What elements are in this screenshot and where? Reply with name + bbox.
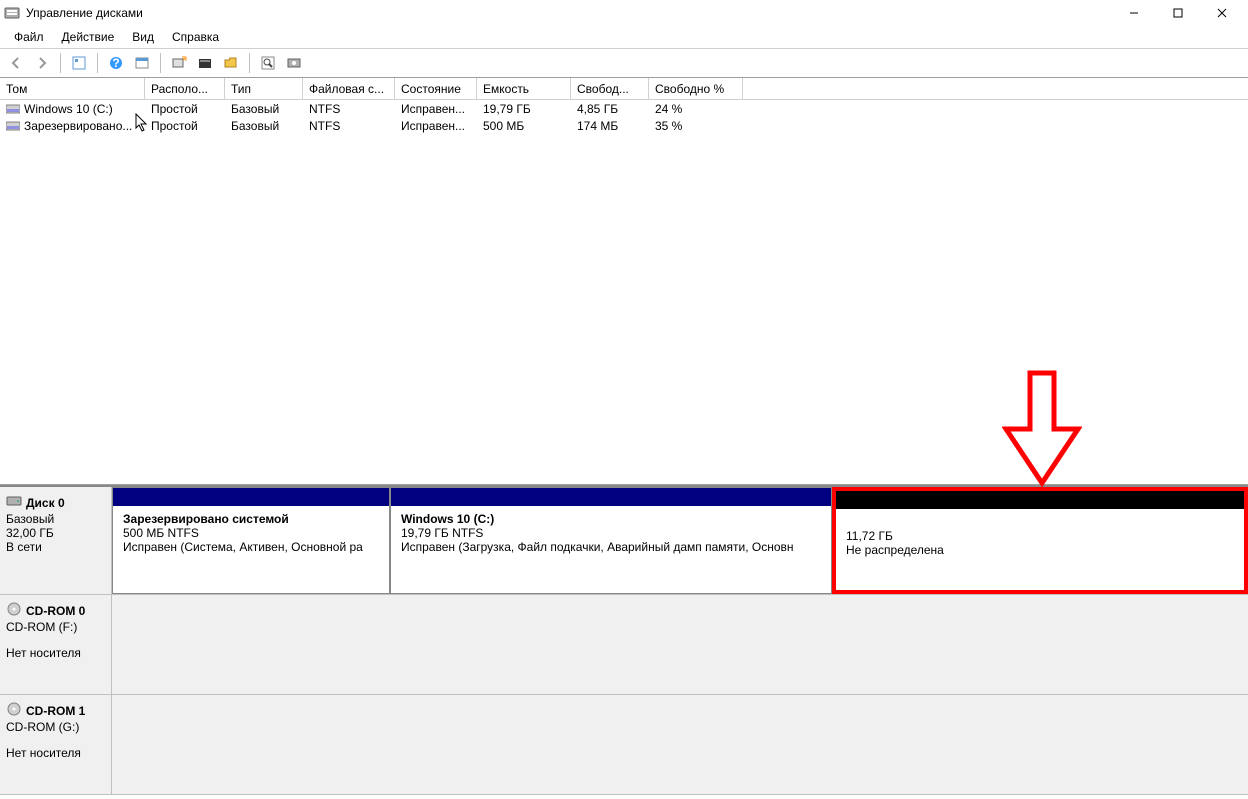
minimize-button[interactable] (1112, 0, 1156, 26)
partition-system-reserved[interactable]: Зарезервировано системой 500 МБ NTFS Исп… (112, 487, 390, 594)
disk-partitions (112, 595, 1248, 694)
disk-map: Диск 0 Базовый 32,00 ГБ В сети Зарезерви… (0, 485, 1248, 795)
volume-fs: NTFS (303, 102, 395, 116)
partition-size: 11,72 ГБ (846, 529, 1234, 543)
disk-drive: CD-ROM (G:) (6, 720, 105, 734)
window-controls (1112, 0, 1244, 26)
menu-action[interactable]: Действие (54, 28, 123, 46)
partition-name: Зарезервировано системой (123, 512, 379, 526)
disk-status: Нет носителя (6, 646, 105, 660)
volume-layout: Простой (145, 102, 225, 116)
volume-name: Windows 10 (C:) (24, 102, 113, 116)
menu-file[interactable]: Файл (6, 28, 52, 46)
forward-button[interactable] (30, 51, 54, 75)
disk-header[interactable]: CD-ROM 0 CD-ROM (F:) Нет носителя (0, 595, 112, 694)
app-icon (4, 5, 20, 21)
partition-stripe (113, 488, 389, 506)
volume-type: Базовый (225, 102, 303, 116)
partition-stripe (391, 488, 831, 506)
col-fs[interactable]: Файловая с... (303, 78, 395, 99)
cd-icon (6, 701, 22, 720)
partition-status: Исправен (Система, Активен, Основной ра (123, 540, 379, 554)
new-volume-button[interactable] (167, 51, 191, 75)
col-type[interactable]: Тип (225, 78, 303, 99)
volume-capacity: 19,79 ГБ (477, 102, 571, 116)
disk-name: CD-ROM 1 (26, 704, 85, 718)
disk-size: 32,00 ГБ (6, 526, 105, 540)
disk-name: CD-ROM 0 (26, 604, 85, 618)
toolbar-separator (97, 53, 98, 73)
disk-row: CD-ROM 1 CD-ROM (G:) Нет носителя (0, 695, 1248, 795)
partition-stripe (836, 491, 1244, 509)
refresh-button[interactable] (67, 51, 91, 75)
volume-free: 4,85 ГБ (571, 102, 649, 116)
disk-header[interactable]: CD-ROM 1 CD-ROM (G:) Нет носителя (0, 695, 112, 794)
volume-name: Зарезервировано... (24, 119, 132, 133)
menubar: Файл Действие Вид Справка (0, 26, 1248, 48)
volume-rows: Windows 10 (C:) Простой Базовый NTFS Исп… (0, 100, 1248, 484)
close-button[interactable] (1200, 0, 1244, 26)
toolbar-separator (160, 53, 161, 73)
drive-icon (6, 103, 20, 115)
volume-free: 174 МБ (571, 119, 649, 133)
volume-list: Том Располо... Тип Файловая с... Состоян… (0, 78, 1248, 485)
col-free[interactable]: Свобод... (571, 78, 649, 99)
disk-status: Нет носителя (6, 746, 105, 760)
window-title: Управление дисками (26, 6, 143, 20)
open-button[interactable] (219, 51, 243, 75)
cd-icon (6, 601, 22, 620)
col-volume[interactable]: Том (0, 78, 145, 99)
col-freepct[interactable]: Свободно % (649, 78, 743, 99)
properties-button[interactable] (193, 51, 217, 75)
action-button[interactable] (130, 51, 154, 75)
volume-freepct: 35 % (649, 119, 743, 133)
settings-button[interactable] (282, 51, 306, 75)
partition-unallocated[interactable]: 11,72 ГБ Не распределена (832, 487, 1248, 594)
partition-size: 500 МБ NTFS (123, 526, 379, 540)
menu-view[interactable]: Вид (124, 28, 162, 46)
disk-partitions (112, 695, 1248, 794)
help-button[interactable]: ? (104, 51, 128, 75)
volume-status: Исправен... (395, 119, 477, 133)
col-layout[interactable]: Располо... (145, 78, 225, 99)
disk-name: Диск 0 (26, 496, 65, 510)
disk-row: CD-ROM 0 CD-ROM (F:) Нет носителя (0, 595, 1248, 695)
volume-fs: NTFS (303, 119, 395, 133)
col-status[interactable]: Состояние (395, 78, 477, 99)
volume-freepct: 24 % (649, 102, 743, 116)
partition-status: Не распределена (846, 543, 1234, 557)
disk-row: Диск 0 Базовый 32,00 ГБ В сети Зарезерви… (0, 487, 1248, 595)
volume-capacity: 500 МБ (477, 119, 571, 133)
volume-type: Базовый (225, 119, 303, 133)
toolbar: ? (0, 48, 1248, 78)
back-button[interactable] (4, 51, 28, 75)
partition-status: Исправен (Загрузка, Файл подкачки, Авари… (401, 540, 821, 554)
drive-icon (6, 120, 20, 132)
svg-text:?: ? (112, 56, 119, 70)
toolbar-separator (60, 53, 61, 73)
volume-layout: Простой (145, 119, 225, 133)
disk-header[interactable]: Диск 0 Базовый 32,00 ГБ В сети (0, 487, 112, 594)
column-headers: Том Располо... Тип Файловая с... Состоян… (0, 78, 1248, 100)
partition-name: Windows 10 (C:) (401, 512, 821, 526)
disk-icon (6, 493, 22, 512)
titlebar: Управление дисками (0, 0, 1248, 26)
col-capacity[interactable]: Емкость (477, 78, 571, 99)
volume-row[interactable]: Windows 10 (C:) Простой Базовый NTFS Исп… (0, 100, 1248, 117)
partition-windows[interactable]: Windows 10 (C:) 19,79 ГБ NTFS Исправен (… (390, 487, 832, 594)
disk-drive: CD-ROM (F:) (6, 620, 105, 634)
volume-status: Исправен... (395, 102, 477, 116)
maximize-button[interactable] (1156, 0, 1200, 26)
disk-partitions: Зарезервировано системой 500 МБ NTFS Исп… (112, 487, 1248, 594)
volume-row[interactable]: Зарезервировано... Простой Базовый NTFS … (0, 117, 1248, 134)
disk-status: В сети (6, 540, 105, 554)
partition-size: 19,79 ГБ NTFS (401, 526, 821, 540)
disk-type: Базовый (6, 512, 105, 526)
toolbar-separator (249, 53, 250, 73)
rescan-button[interactable] (256, 51, 280, 75)
menu-help[interactable]: Справка (164, 28, 227, 46)
